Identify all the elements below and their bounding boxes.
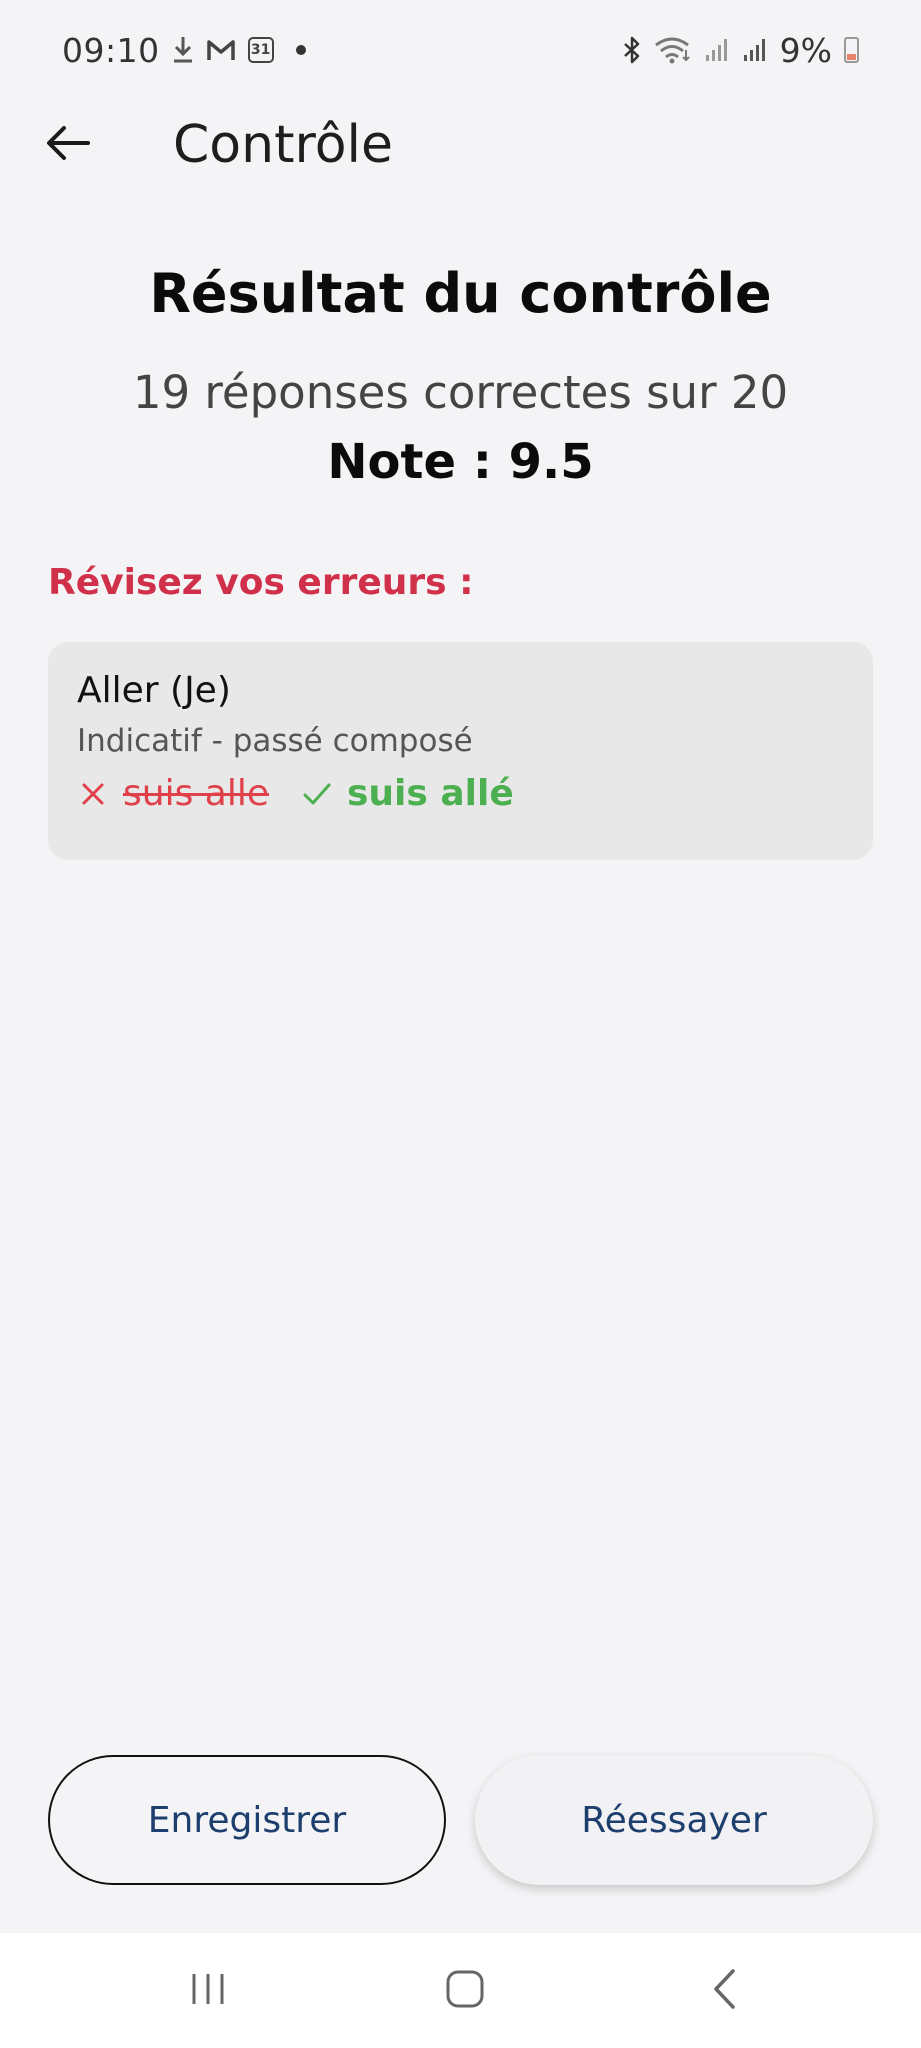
errors-heading: Révisez vos erreurs : (48, 562, 474, 603)
correct-answer: suis allé (347, 773, 514, 814)
bluetooth-icon (622, 36, 642, 64)
close-icon (77, 778, 109, 810)
back-icon (711, 1968, 739, 2014)
signal-icon (704, 37, 730, 63)
status-time: 09:10 (62, 30, 160, 70)
dot-icon (295, 45, 306, 55)
recent-apps-icon (188, 1971, 228, 2011)
calendar-icon: 31 (247, 37, 274, 63)
battery-percentage: 9% (779, 30, 832, 70)
gmail-icon (206, 38, 236, 62)
page-title: Contrôle (173, 115, 393, 175)
signal-icon (742, 37, 768, 63)
battery-icon (844, 37, 859, 63)
result-note: Note : 9.5 (327, 434, 594, 490)
result-summary: 19 réponses correctes sur 20 (132, 366, 789, 419)
download-icon (172, 35, 194, 65)
home-icon (445, 1969, 485, 2013)
result-title: Résultat du contrôle (149, 262, 772, 325)
recent-apps-button[interactable] (138, 1933, 278, 2048)
back-button[interactable] (38, 115, 98, 175)
error-tense: Indicatif - passé composé (77, 723, 473, 759)
wrong-answer: suis alle (123, 773, 269, 814)
error-card: Aller (Je) Indicatif - passé composé sui… (48, 642, 873, 860)
system-nav-bar (0, 1933, 921, 2048)
error-answers: suis alle suis allé (77, 773, 844, 814)
app-bar: Contrôle (0, 100, 921, 190)
nav-back-button[interactable] (655, 1933, 795, 2048)
status-bar: 09:10 31 9% (0, 0, 921, 100)
error-verb: Aller (Je) (77, 670, 231, 711)
retry-button[interactable]: Réessayer (475, 1755, 873, 1885)
home-button[interactable] (395, 1933, 535, 2048)
status-left: 09:10 31 (62, 31, 306, 70)
status-right: 9% (622, 31, 859, 70)
save-button[interactable]: Enregistrer (48, 1755, 446, 1885)
wifi-icon (654, 36, 692, 64)
arrow-left-icon (46, 125, 90, 165)
check-icon (301, 778, 333, 810)
